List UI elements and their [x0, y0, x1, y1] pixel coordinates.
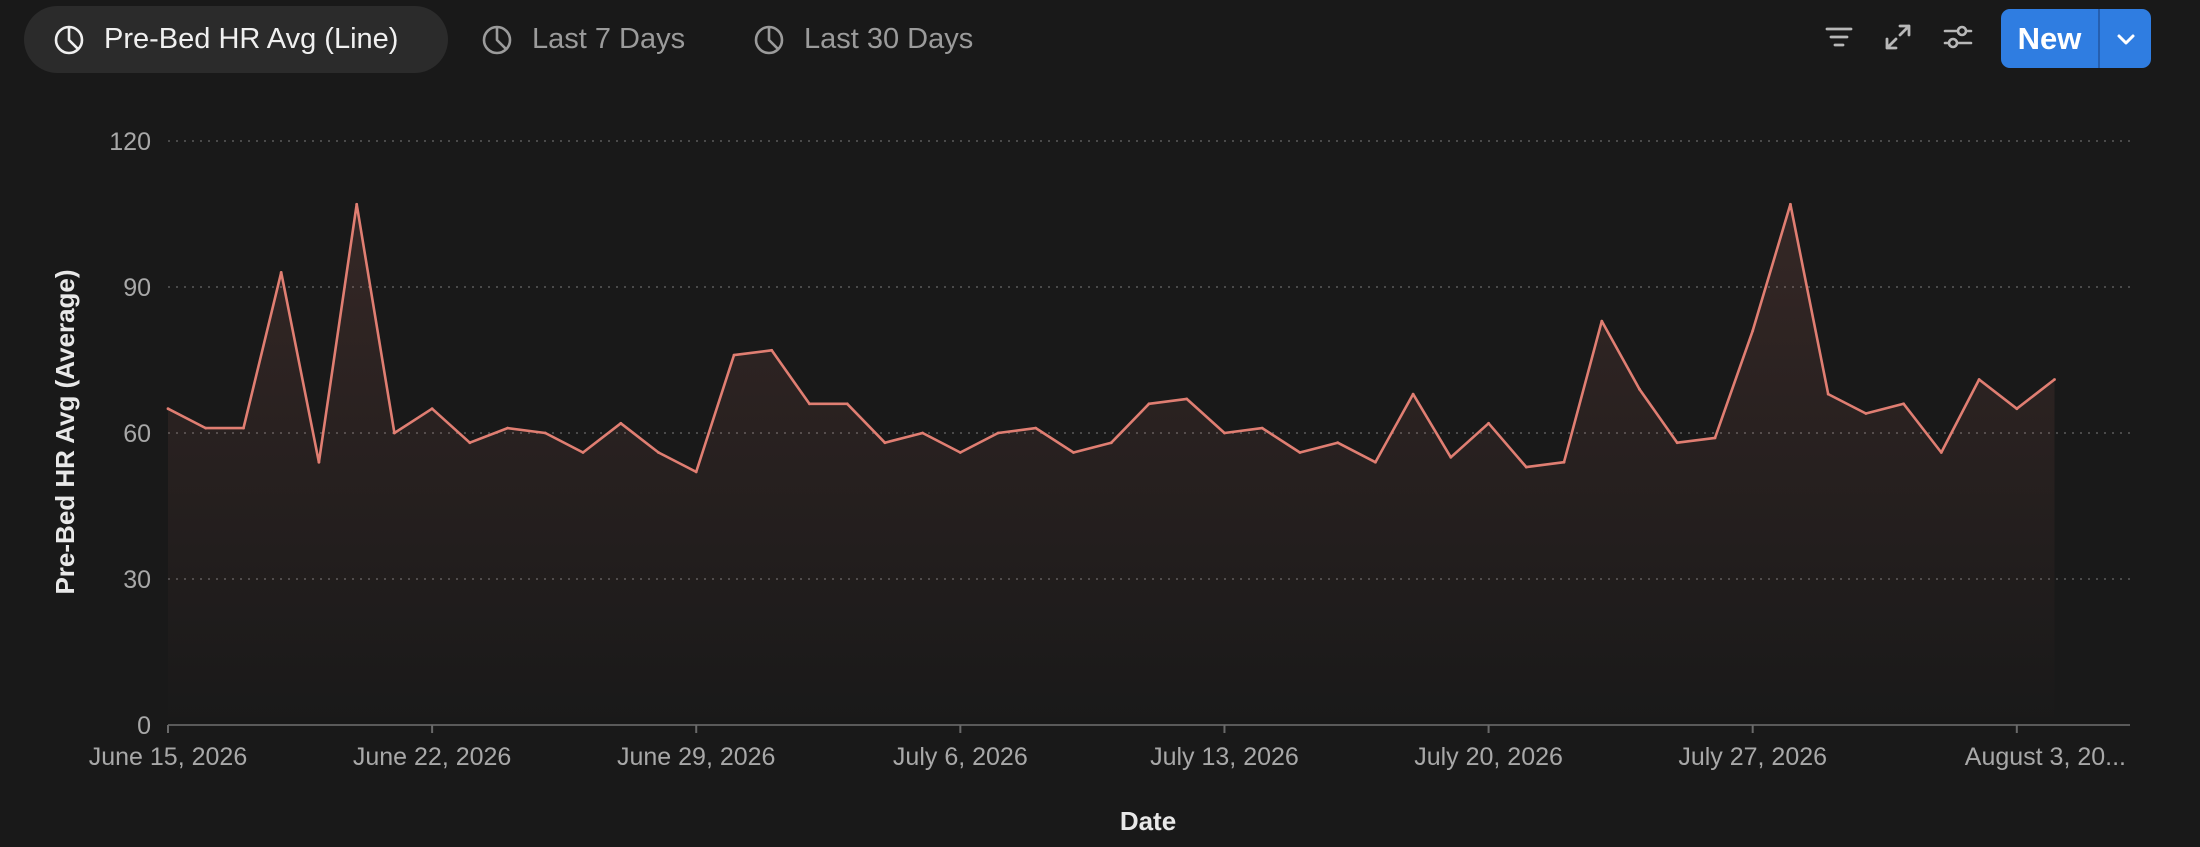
new-button-label: New [2017, 20, 2082, 56]
data-point [1826, 392, 1830, 396]
data-point [506, 426, 509, 430]
x-tick-label: July 27, 2026 [1678, 743, 1827, 771]
chevron-down-icon[interactable] [2100, 9, 2151, 68]
x-tick-label: August 3, 20... [1965, 743, 2126, 771]
data-point [958, 451, 962, 454]
data-point [581, 451, 585, 454]
data-point [694, 470, 698, 474]
line-chart: 0 30 60 90 120 June 15, 2026 June 22, 2026 June… [50, 128, 2130, 836]
x-axis-title: Date [1120, 806, 1176, 836]
y-tick-label: 60 [123, 420, 151, 448]
new-button[interactable]: New [2001, 9, 2151, 68]
data-point [1902, 402, 1905, 406]
pie-chart-icon [52, 23, 86, 57]
data-point [1977, 378, 1981, 381]
data-point [166, 407, 170, 411]
y-tick-label: 90 [123, 274, 151, 302]
data-point [355, 202, 359, 206]
x-tick-label: June 29, 2026 [617, 743, 775, 771]
x-tick-label: July 20, 2026 [1414, 743, 1563, 771]
data-point [1751, 329, 1755, 333]
data-point [921, 431, 924, 435]
expand-icon[interactable] [1881, 20, 1915, 54]
area-fill [168, 204, 2055, 726]
x-tick-label: June 22, 2026 [353, 743, 511, 771]
data-point [1223, 431, 1226, 435]
x-tick-label: July 13, 2026 [1150, 743, 1299, 771]
tab-label: Pre-Bed HR Avg (Line) [104, 23, 399, 55]
tab-pre-bed-hr-avg-line[interactable]: Pre-Bed HR Avg (Line) [24, 6, 448, 73]
data-point [1939, 451, 1943, 454]
data-point [204, 426, 208, 430]
data-point [1411, 392, 1415, 396]
chart-toolbar: Pre-Bed HR Avg (Line) Last 7 Days Last 3… [0, 0, 2200, 78]
data-point [808, 402, 811, 406]
data-point [1675, 441, 1679, 445]
data-point [1260, 426, 1264, 430]
data-point [393, 431, 396, 435]
data-point [1449, 455, 1453, 459]
data-point [279, 271, 283, 274]
data-point [317, 460, 321, 464]
data-point [1374, 460, 1377, 464]
series-area [168, 204, 2055, 726]
data-point [770, 348, 774, 352]
data-point [883, 441, 887, 445]
x-tick-label: June 15, 2026 [89, 743, 247, 771]
tab-last-30-days[interactable]: Last 30 Days [736, 6, 1006, 73]
data-point [1072, 451, 1075, 454]
data-point [732, 353, 736, 357]
data-point [619, 421, 623, 425]
y-tick-label: 30 [123, 566, 151, 594]
data-point [1185, 397, 1189, 401]
data-point [1638, 387, 1641, 391]
y-axis-title: Pre-Bed HR Avg (Average) [50, 269, 80, 594]
data-point [1298, 451, 1302, 454]
tab-last-7-days[interactable]: Last 7 Days [464, 6, 714, 73]
data-point [657, 451, 660, 454]
tab-label: Last 7 Days [532, 23, 686, 55]
y-tick-label: 0 [137, 712, 151, 740]
data-point [1600, 319, 1604, 323]
data-point [430, 407, 434, 411]
data-point [1864, 412, 1868, 415]
data-point [845, 402, 849, 406]
data-point [2053, 378, 2056, 381]
data-point [1147, 402, 1151, 406]
data-point [543, 431, 547, 435]
data-point [1109, 441, 1113, 445]
data-point [1524, 465, 1528, 469]
data-point [1713, 436, 1717, 440]
pie-chart-icon [752, 23, 786, 57]
y-tick-label: 120 [109, 128, 151, 156]
pie-chart-icon [480, 23, 514, 57]
data-point [996, 431, 1000, 435]
data-point [2015, 407, 2019, 411]
data-point [242, 426, 245, 430]
tab-label: Last 30 Days [804, 23, 974, 55]
sliders-icon[interactable] [1941, 20, 1975, 54]
data-point [1487, 421, 1490, 425]
data-point [1336, 441, 1340, 445]
data-point [1789, 202, 1792, 206]
data-point [468, 441, 472, 445]
filter-icon[interactable] [1822, 20, 1856, 54]
x-tick-label: July 6, 2026 [893, 743, 1028, 771]
data-point [1034, 426, 1038, 430]
data-point [1562, 460, 1566, 464]
